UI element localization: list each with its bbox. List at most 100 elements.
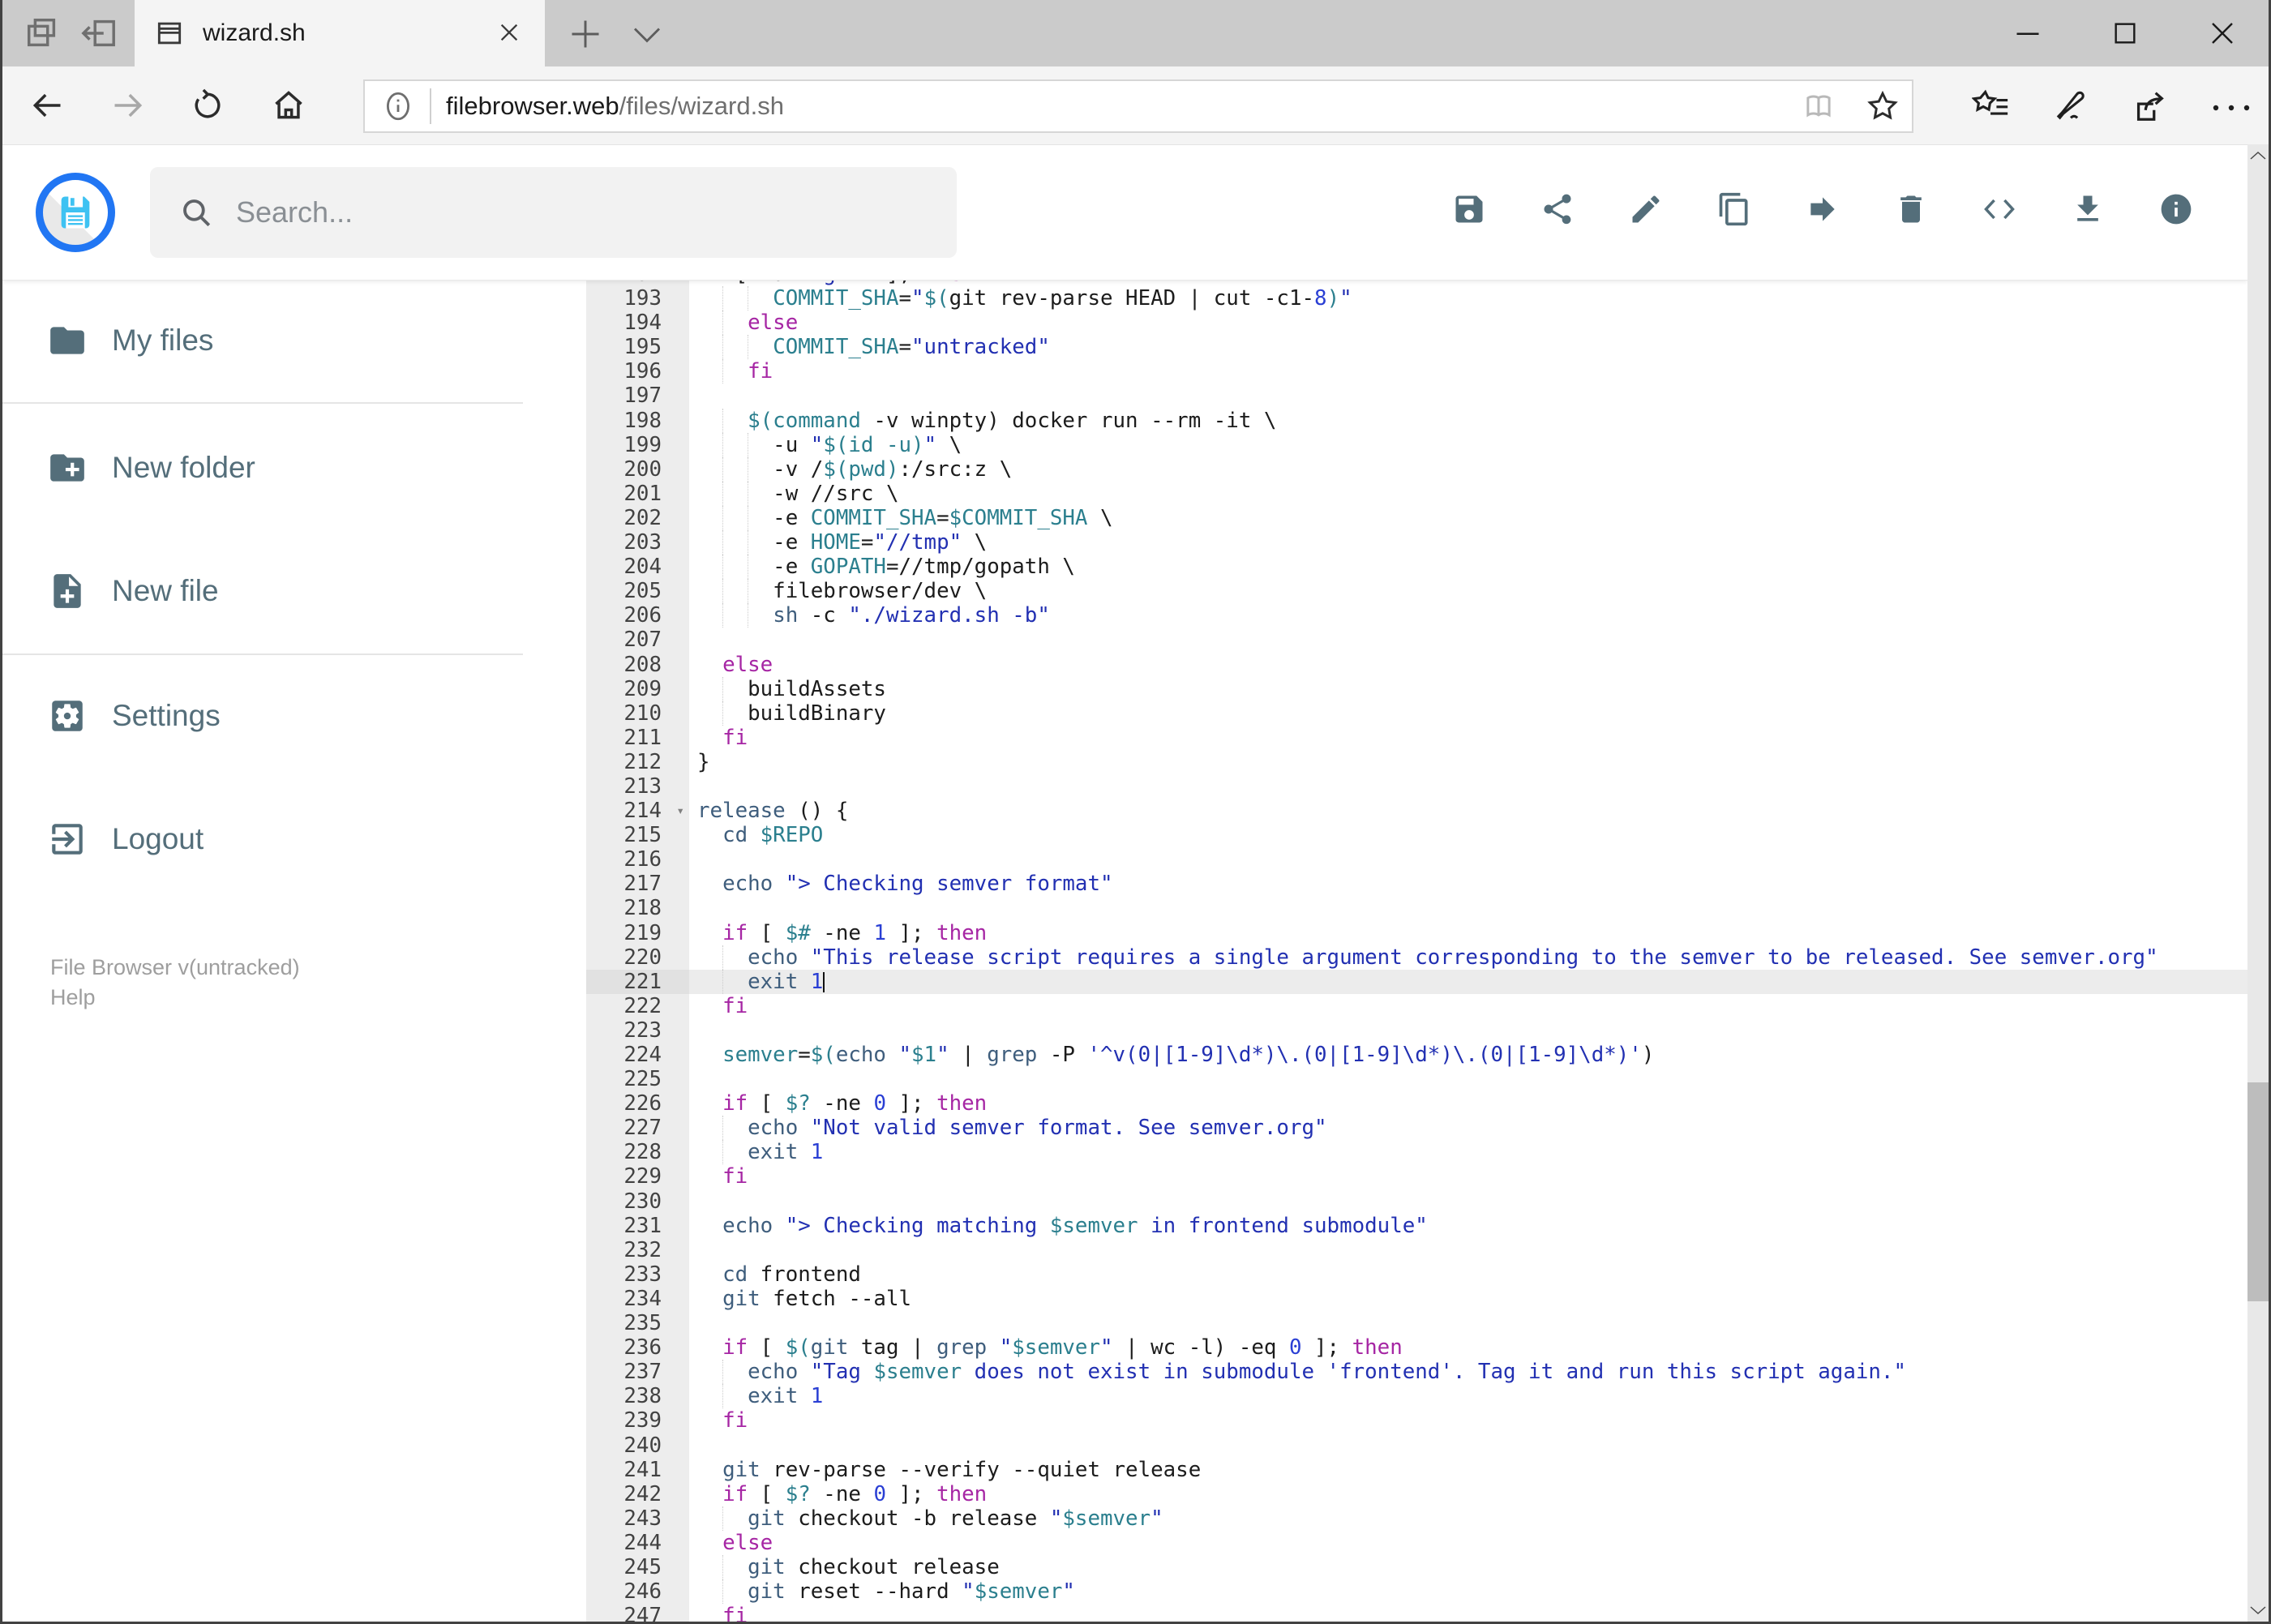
code-line[interactable]: 219 if [ $# -ne 1 ]; then	[586, 920, 2247, 945]
fold-arrow-icon[interactable]: ▾	[676, 799, 684, 823]
code-line[interactable]: 202 -e COMMIT_SHA=$COMMIT_SHA \	[586, 505, 2247, 531]
new-tab-icon[interactable]	[568, 16, 603, 52]
code-line[interactable]: 220 echo "This release script requires a…	[586, 945, 2247, 970]
browser-tab[interactable]: wizard.sh	[135, 0, 545, 66]
code-line[interactable]: 228 exit 1	[586, 1140, 2247, 1165]
code-line[interactable]: 206 sh -c "./wizard.sh -b"	[586, 603, 2247, 628]
code-line[interactable]: 199 -u "$(id -u)" \	[586, 432, 2247, 457]
delete-icon[interactable]	[1893, 191, 1929, 227]
code-line[interactable]: 237 echo "Tag $semver does not exist in …	[586, 1360, 2247, 1385]
code-line[interactable]: 238 exit 1	[586, 1384, 2247, 1409]
page-scrollbar[interactable]	[2247, 144, 2269, 1622]
code-line[interactable]: 241 git rev-parse --verify --quiet relea…	[586, 1457, 2247, 1482]
code-line[interactable]: 223	[586, 1018, 2247, 1043]
code-line[interactable]: 193 COMMIT_SHA="$(git rev-parse HEAD | c…	[586, 286, 2247, 311]
app-logo[interactable]	[36, 173, 115, 252]
code-line[interactable]: 205 filebrowser/dev \	[586, 579, 2247, 604]
scroll-down-icon[interactable]	[2250, 1605, 2266, 1615]
code-line[interactable]: 243 git checkout -b release "$semver"	[586, 1506, 2247, 1531]
sidebar-item-logout[interactable]: Logout	[0, 797, 523, 881]
code-line[interactable]: 200 -v /$(pwd):/src:z \	[586, 456, 2247, 482]
search-bar[interactable]	[150, 167, 957, 258]
code-line[interactable]: 198 $(command -v winpty) docker run --rm…	[586, 408, 2247, 433]
code-line[interactable]: 195 COMMIT_SHA="untracked"	[586, 335, 2247, 360]
code-icon[interactable]	[1982, 191, 2017, 227]
code-line[interactable]: 203 -e HOME="//tmp" \	[586, 530, 2247, 555]
scrollbar-thumb[interactable]	[2247, 1082, 2269, 1301]
code-line[interactable]: 226 if [ $? -ne 0 ]; then	[586, 1091, 2247, 1116]
sidebar-item-settings[interactable]: Settings	[0, 674, 523, 758]
code-line[interactable]: 235	[586, 1311, 2247, 1336]
maximize-button[interactable]	[2076, 0, 2174, 66]
code-line[interactable]: 218	[586, 896, 2247, 921]
download-icon[interactable]	[2070, 191, 2106, 227]
code-line[interactable]: 244 else	[586, 1530, 2247, 1555]
set-tabs-aside-icon[interactable]	[78, 15, 120, 52]
code-editor[interactable]: 192if [ -d ".git" ]; then193 COMMIT_SHA=…	[586, 280, 2247, 1624]
tab-list-chevron-icon[interactable]	[631, 26, 663, 44]
refresh-icon[interactable]	[190, 88, 225, 123]
code-line[interactable]: 229 fi	[586, 1164, 2247, 1189]
code-line[interactable]: 210 buildBinary	[586, 701, 2247, 726]
sidebar-item-new-file[interactable]: New file	[0, 549, 523, 633]
annotate-pen-icon[interactable]	[2053, 88, 2090, 125]
code-line[interactable]: 236 if [ $(git tag | grep "$semver" | wc…	[586, 1335, 2247, 1360]
code-line[interactable]: 225	[586, 1067, 2247, 1092]
code-line[interactable]: 213	[586, 773, 2247, 799]
scroll-up-icon[interactable]	[2250, 151, 2266, 161]
code-line[interactable]: 211 fi	[586, 725, 2247, 750]
move-icon[interactable]	[1805, 191, 1840, 227]
code-line[interactable]: 227 echo "Not valid semver format. See s…	[586, 1116, 2247, 1141]
sidebar-item-my-files[interactable]: My files	[0, 298, 523, 383]
tab-close-icon[interactable]	[496, 19, 522, 45]
help-link[interactable]: Help	[50, 985, 96, 1010]
more-ellipsis-icon[interactable]	[2210, 102, 2252, 114]
code-line[interactable]: 232	[586, 1237, 2247, 1262]
code-line[interactable]: 192if [ -d ".git" ]; then	[586, 280, 2247, 287]
tab-preview-icon[interactable]	[23, 15, 62, 52]
share-icon[interactable]	[1540, 191, 1575, 227]
code-line[interactable]: 216	[586, 847, 2247, 872]
code-line[interactable]: 194 else	[586, 311, 2247, 336]
close-button[interactable]	[2174, 0, 2271, 66]
info-icon[interactable]	[2158, 191, 2194, 227]
home-icon[interactable]	[271, 88, 306, 123]
favorite-star-icon[interactable]	[1865, 88, 1900, 124]
code-lines[interactable]: 192if [ -d ".git" ]; then193 COMMIT_SHA=…	[586, 280, 2247, 1624]
code-line[interactable]: 214 ▾ release () {	[586, 799, 2247, 824]
url-bar[interactable]: filebrowser.web/files/wizard.sh	[363, 79, 1913, 133]
forward-icon[interactable]	[110, 88, 146, 123]
save-icon[interactable]	[1451, 191, 1487, 227]
code-line[interactable]: 212}	[586, 749, 2247, 774]
reading-mode-icon[interactable]	[1800, 89, 1837, 123]
back-icon[interactable]	[29, 88, 65, 123]
share-icon[interactable]	[2131, 88, 2168, 125]
site-info-icon[interactable]	[381, 89, 415, 123]
code-line[interactable]: 242 if [ $? -ne 0 ]; then	[586, 1481, 2247, 1506]
code-line[interactable]: 204 -e GOPATH=//tmp/gopath \	[586, 555, 2247, 580]
edit-icon[interactable]	[1628, 191, 1664, 227]
copy-icon[interactable]	[1716, 191, 1752, 227]
code-line[interactable]: 209 buildAssets	[586, 676, 2247, 701]
code-line[interactable]: 231 echo "> Checking matching $semver in…	[586, 1213, 2247, 1238]
code-line[interactable]: 233 cd frontend	[586, 1262, 2247, 1287]
code-line[interactable]: 201 -w //src \	[586, 481, 2247, 506]
minimize-button[interactable]	[1979, 0, 2076, 66]
code-line[interactable]: 215 cd $REPO	[586, 823, 2247, 848]
code-line[interactable]: 234 git fetch --all	[586, 1286, 2247, 1312]
hub-icon[interactable]	[1972, 88, 2011, 123]
code-line[interactable]: 197	[586, 384, 2247, 409]
code-line[interactable]: 221 exit 1	[586, 969, 2247, 994]
code-line[interactable]: 240	[586, 1433, 2247, 1458]
search-input[interactable]	[234, 195, 902, 230]
sidebar-item-new-folder[interactable]: New folder	[0, 426, 523, 510]
code-line[interactable]: 239 fi	[586, 1408, 2247, 1433]
code-line[interactable]: 246 git reset --hard "$semver"	[586, 1579, 2247, 1605]
code-line[interactable]: 230	[586, 1189, 2247, 1214]
code-line[interactable]: 245 git checkout release	[586, 1554, 2247, 1580]
code-line[interactable]: 224 semver=$(echo "$1" | grep -P '^v(0|[…	[586, 1043, 2247, 1068]
code-line[interactable]: 196 fi	[586, 359, 2247, 384]
code-line[interactable]: 222 fi	[586, 993, 2247, 1018]
code-line[interactable]: 208 else	[586, 652, 2247, 677]
code-line[interactable]: 207	[586, 628, 2247, 653]
